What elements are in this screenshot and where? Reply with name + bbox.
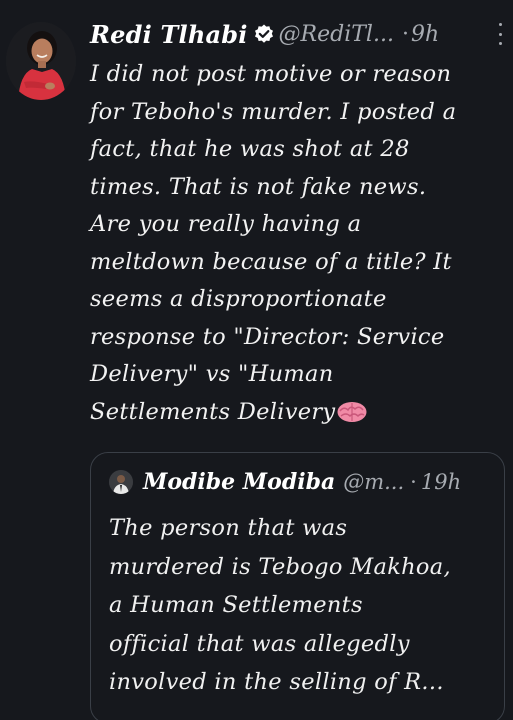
tweet-text-line: times. That is not fake news. <box>90 173 427 200</box>
tweet-text-line: seems a disproportionate <box>90 286 387 312</box>
quoted-tweet-time[interactable]: 19h <box>421 470 461 494</box>
brain-emoji-icon <box>336 398 368 422</box>
tweet-card[interactable]: Redi Tlhabi @RediTl... · 9h I did not po… <box>0 0 513 720</box>
author-handle[interactable]: @RediTl... <box>279 22 394 47</box>
tweet-text-last-line: Settlements Delivery <box>90 394 508 432</box>
quoted-text-line: murdered is Tebogo Makhoa, <box>109 553 451 580</box>
quoted-author-avatar-image <box>109 470 133 494</box>
tweet-text-line: I did not post motive or reason <box>90 61 452 87</box>
tweet-time[interactable]: 9h <box>411 22 439 47</box>
quoted-author-handle[interactable]: @m... <box>343 470 404 494</box>
quoted-tweet-text: The person that was murdered is Tebogo M… <box>109 509 499 702</box>
tweet-text: I did not post motive or reason for Tebo… <box>90 56 508 431</box>
quoted-tweet[interactable]: Modibe Modiba @m... · 19h The person tha… <box>90 452 505 720</box>
quoted-text-line: The person that was <box>109 515 348 541</box>
quoted-author-name[interactable]: Modibe Modiba <box>143 469 335 495</box>
tweet-text-line: meltdown because of a title? It <box>90 248 452 275</box>
tweet-header: Redi Tlhabi @RediTl... · 9h <box>90 14 505 54</box>
verified-badge-icon <box>253 23 275 45</box>
header-separator: · <box>401 21 409 47</box>
tweet-text-line: response to "Director: Service <box>90 323 445 350</box>
tweet-text-line: fact, that he was shot at 28 <box>90 136 410 162</box>
quoted-text-line: a Human Settlements <box>109 592 363 618</box>
quoted-author-avatar[interactable] <box>109 470 133 494</box>
author-name[interactable]: Redi Tlhabi <box>90 20 248 49</box>
tweet-text-line: Settlements Delivery <box>90 398 336 425</box>
quoted-tweet-header: Modibe Modiba @m... · 19h <box>109 465 461 499</box>
more-options-icon[interactable] <box>495 23 505 45</box>
author-avatar[interactable] <box>6 22 76 100</box>
author-avatar-image <box>6 22 76 100</box>
tweet-text-line: Delivery" vs "Human <box>90 361 334 387</box>
tweet-text-line: for Teboho's murder. I posted a <box>90 98 457 125</box>
quoted-header-separator: · <box>410 470 417 494</box>
quoted-text-line: official that was allegedly <box>109 630 410 657</box>
quoted-text-line: involved in the selling of R... <box>109 669 444 695</box>
tweet-text-line: Are you really having a <box>90 211 362 237</box>
